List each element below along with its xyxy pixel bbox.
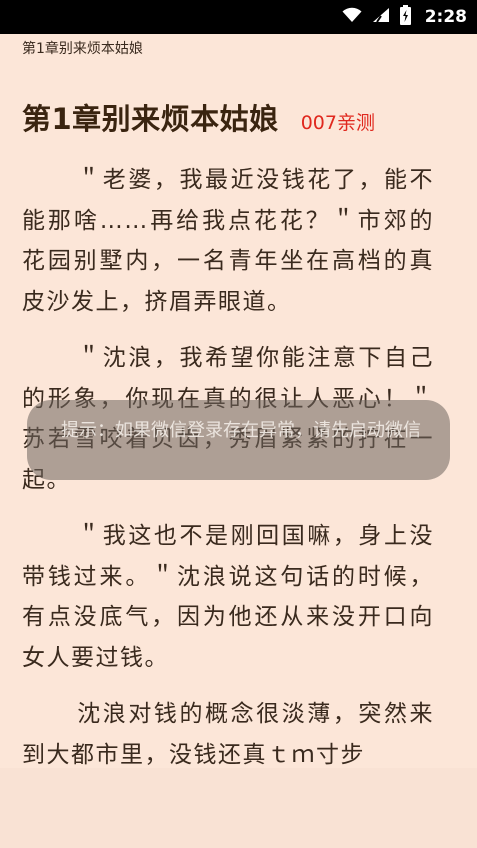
status-bar: 2:28	[0, 0, 477, 34]
chapter-title: 第1章别来烦本姑娘	[22, 102, 279, 136]
paragraph: ＂我这也不是刚回国嘛，身上没带钱过来。＂沈浪说这句话的时候，有点没底气，因为他还…	[22, 523, 434, 671]
paragraph: ＂老婆，我最近没钱花了，能不能那啥……再给我点花花？＂市郊的花园别墅内，一名青年…	[22, 167, 434, 315]
toast-notification: 提示：如果微信登录存在异常，请先启动微信	[27, 400, 450, 480]
chapter-tag: 007亲测	[300, 112, 375, 134]
status-icons: 2:28	[342, 0, 467, 34]
paragraph: 沈浪对钱的概念很淡薄，突然来到大都市里，没钱还真ｔｍ寸步	[22, 701, 434, 768]
signal-icon	[372, 7, 390, 27]
wifi-icon	[342, 7, 362, 27]
bottom-area	[0, 768, 477, 848]
battery-charging-icon	[399, 5, 411, 29]
chapter-title-row: 第1章别来烦本姑娘 007亲测	[22, 96, 457, 138]
status-time: 2:28	[424, 7, 467, 27]
running-chapter-header: 第1章别来烦本姑娘	[22, 41, 143, 57]
toast-message: 提示：如果微信登录存在异常，请先启动微信	[61, 420, 421, 441]
